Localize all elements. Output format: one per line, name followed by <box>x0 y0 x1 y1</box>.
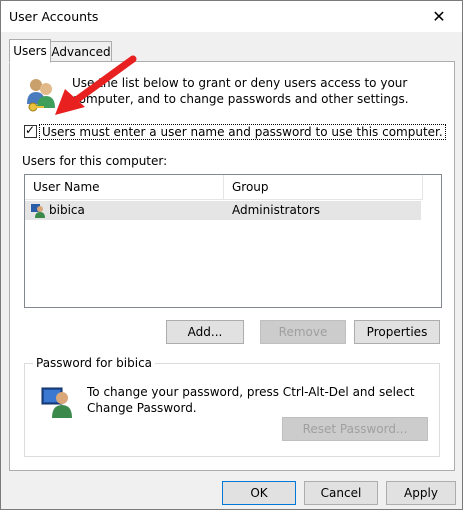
add-button[interactable]: Add... <box>166 320 244 344</box>
list-header: User Name Group <box>25 175 423 200</box>
users-list[interactable]: User Name Group bibica Administrators <box>24 174 442 308</box>
checkmark-icon: ✓ <box>25 123 36 137</box>
row-user-name: bibica <box>49 203 85 217</box>
reset-password-button[interactable]: Reset Password... <box>282 417 428 441</box>
require-login-checkbox[interactable]: ✓ <box>24 123 37 138</box>
apply-button[interactable]: Apply <box>386 481 456 505</box>
user-password-icon <box>41 387 72 418</box>
tab-users[interactable]: Users <box>9 39 51 63</box>
title-bar[interactable]: User Accounts ✕ <box>1 1 462 32</box>
password-groupbox: Password for bibica To change your passw… <box>24 356 440 457</box>
close-button[interactable]: ✕ <box>416 1 462 32</box>
remove-button[interactable]: Remove <box>260 320 346 344</box>
password-instructions: To change your password, press Ctrl-Alt-… <box>87 385 415 415</box>
column-group[interactable]: Group <box>224 175 423 199</box>
user-icon <box>31 204 45 218</box>
window-title: User Accounts <box>9 9 99 24</box>
ok-button[interactable]: OK <box>222 481 296 505</box>
users-list-label: Users for this computer: <box>22 154 168 168</box>
row-group: Administrators <box>232 203 321 217</box>
properties-button[interactable]: Properties <box>354 320 440 344</box>
column-user-name[interactable]: User Name <box>25 175 224 199</box>
password-group-legend: Password for bibica <box>33 356 156 370</box>
cancel-button[interactable]: Cancel <box>304 481 378 505</box>
user-accounts-dialog: User Accounts ✕ Users Advanced Use the l… <box>0 0 463 510</box>
require-login-label[interactable]: Users must enter a user name and passwor… <box>39 124 446 140</box>
table-row[interactable]: bibica Administrators <box>25 201 421 220</box>
red-arrow-annotation <box>55 55 137 115</box>
